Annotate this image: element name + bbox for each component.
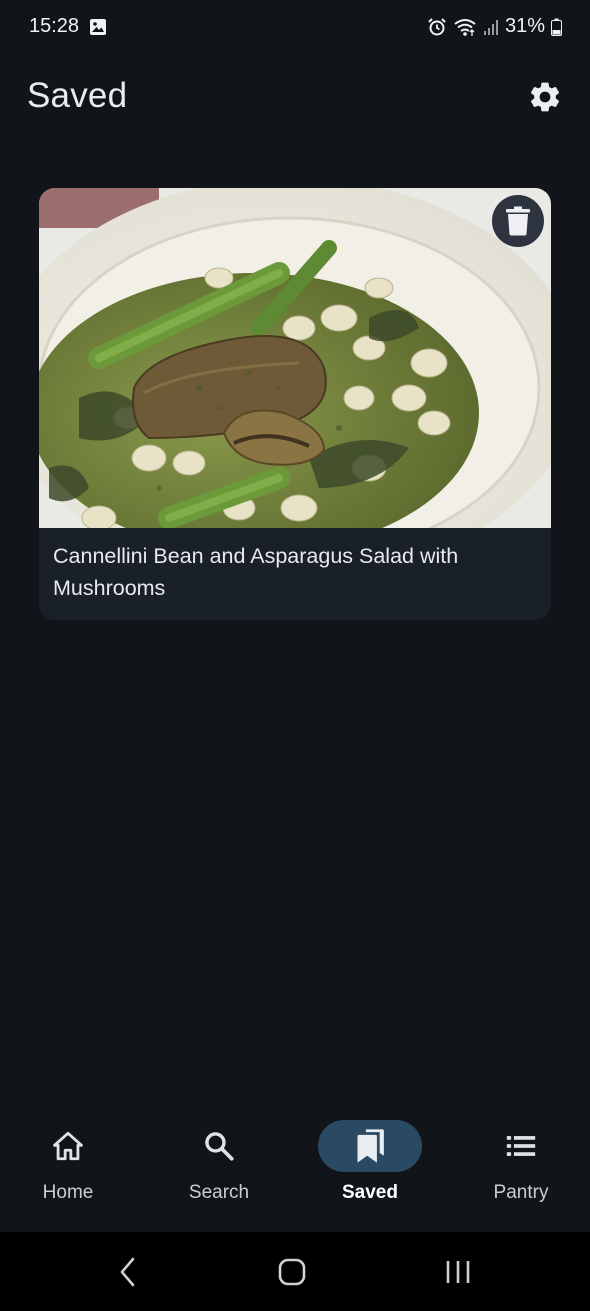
system-home-button[interactable] xyxy=(272,1256,312,1288)
alarm-icon xyxy=(427,17,447,37)
search-icon xyxy=(205,1132,234,1161)
recipe-image xyxy=(39,188,551,528)
system-nav-bar xyxy=(0,1232,590,1311)
status-bar: 15:28 31% xyxy=(0,0,590,56)
trash-icon xyxy=(506,206,530,236)
battery-icon xyxy=(551,18,562,36)
recents-icon xyxy=(446,1261,470,1283)
wifi-icon xyxy=(453,17,477,37)
system-back-button[interactable] xyxy=(108,1256,148,1288)
nav-item-saved[interactable]: Saved xyxy=(300,1120,440,1220)
clock: 15:28 xyxy=(29,15,80,37)
back-icon xyxy=(120,1257,135,1287)
nav-pill xyxy=(167,1120,271,1172)
home-icon xyxy=(53,1131,83,1161)
nav-label-saved: Saved xyxy=(342,1182,398,1203)
home-circle-icon xyxy=(278,1258,306,1286)
nav-item-pantry[interactable]: Pantry xyxy=(451,1120,590,1220)
system-recents-button[interactable] xyxy=(438,1256,478,1288)
nav-item-search[interactable]: Search xyxy=(149,1120,289,1220)
battery-percent: 31% xyxy=(504,15,545,37)
nav-item-home[interactable]: Home xyxy=(0,1120,138,1220)
page-title: Saved xyxy=(27,76,128,115)
bookmarks-icon xyxy=(357,1129,384,1163)
delete-recipe-button[interactable] xyxy=(492,195,544,247)
recipe-card[interactable]: Cannellini Bean and Asparagus Salad with… xyxy=(39,188,551,620)
settings-button[interactable] xyxy=(524,76,566,118)
nav-pill-active xyxy=(318,1120,422,1172)
nav-label-home: Home xyxy=(42,1182,94,1203)
nav-pill xyxy=(16,1120,120,1172)
cell-signal-icon xyxy=(483,18,499,36)
recipe-title: Cannellini Bean and Asparagus Salad with… xyxy=(53,544,459,600)
app-bar: Saved xyxy=(0,66,590,130)
status-right: 31% xyxy=(427,15,562,38)
nav-label-search: Search xyxy=(188,1182,250,1203)
nav-pill xyxy=(469,1120,573,1172)
gear-icon xyxy=(530,82,560,112)
status-left: 15:28 xyxy=(29,15,107,38)
list-icon xyxy=(506,1136,536,1156)
bottom-nav: Home Search Saved Pantry xyxy=(0,1108,590,1232)
gallery-notification-icon xyxy=(89,18,107,36)
nav-label-pantry: Pantry xyxy=(493,1182,549,1203)
